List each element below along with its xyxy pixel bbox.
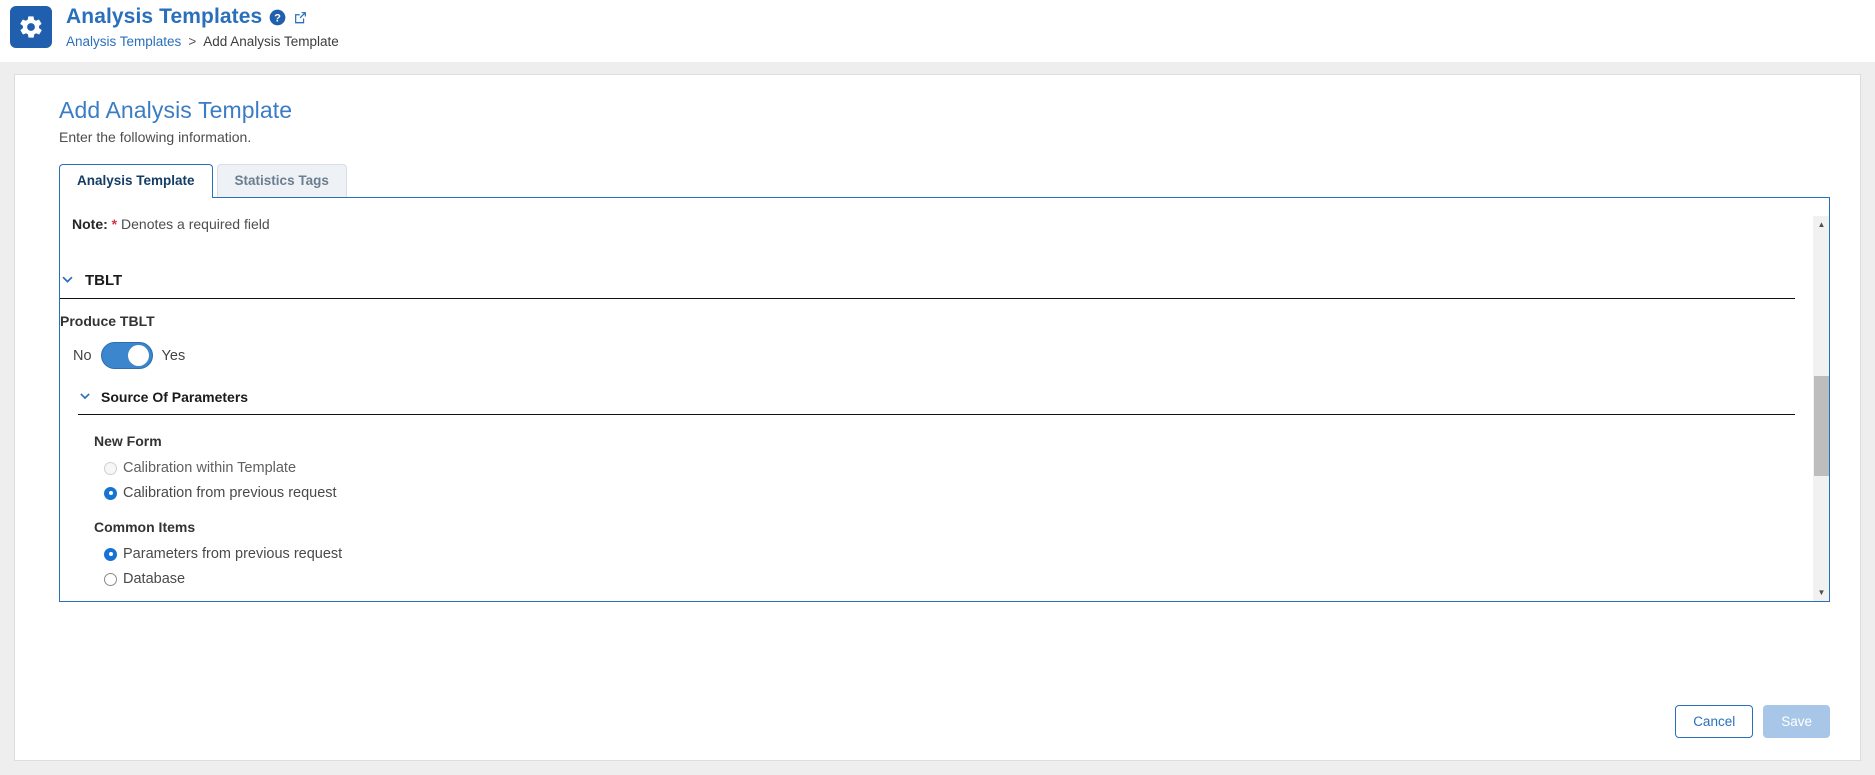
subsection-title: Source Of Parameters [101, 389, 249, 405]
radio-calibration-from-previous-request[interactable] [104, 486, 117, 500]
produce-tblt-toggle[interactable] [100, 342, 153, 369]
required-field-note: Note: * Denotes a required field [72, 216, 1795, 232]
external-link-icon[interactable] [293, 10, 308, 25]
breadcrumb-separator: > [188, 34, 197, 49]
toggle-label-no: No [73, 347, 92, 364]
scrollbar-thumb[interactable] [1814, 376, 1829, 476]
section-header-tblt[interactable]: TBLT [60, 272, 1795, 289]
radio-row-parameters-from-previous-request[interactable]: Parameters from previous request [104, 546, 1795, 562]
page-body: Add Analysis Template Enter the followin… [0, 62, 1875, 775]
toggle-knob [127, 345, 149, 366]
chevron-down-icon[interactable] [60, 273, 75, 288]
help-circle-icon[interactable]: ? [269, 9, 286, 26]
radio-parameters-from-previous-request[interactable] [104, 547, 117, 561]
page-subtitle: Enter the following information. [59, 129, 252, 145]
save-button[interactable]: Save [1763, 705, 1830, 738]
svg-text:?: ? [274, 12, 281, 24]
radio-label-calibration-within-template: Calibration within Template [123, 460, 297, 476]
footer-actions: Cancel Save [1675, 705, 1830, 738]
required-asterisk: * [111, 216, 118, 232]
tab-bar: Analysis Template Statistics Tags [59, 164, 1830, 198]
radio-label-calibration-from-previous-request: Calibration from previous request [123, 485, 337, 501]
breadcrumb-link-root[interactable]: Analysis Templates [66, 34, 181, 49]
tab-statistics-tags[interactable]: Statistics Tags [216, 164, 347, 197]
radio-label-database: Database [123, 571, 186, 587]
note-prefix: Note: [72, 216, 108, 232]
section-title-tblt: TBLT [85, 272, 123, 289]
page-title: Add Analysis Template [59, 97, 293, 123]
subsection-header-source-of-parameters[interactable]: Source Of Parameters [78, 389, 1795, 405]
radio-label-parameters-from-previous-request: Parameters from previous request [123, 546, 343, 562]
group-label-new-form: New Form [94, 433, 162, 449]
radio-row-calibration-within-template[interactable]: Calibration within Template [104, 460, 1795, 476]
radio-row-database[interactable]: Database [104, 571, 1795, 587]
app-header: Analysis Templates ? Analysis Templates … [0, 0, 1875, 62]
tab-analysis-template[interactable]: Analysis Template [59, 164, 213, 198]
scroll-down-arrow-icon: ▼ [1817, 587, 1826, 597]
content-card: Add Analysis Template Enter the followin… [14, 74, 1861, 761]
form-vertical-scrollbar[interactable]: ▲ ▼ [1812, 216, 1829, 601]
note-text: Denotes a required field [121, 216, 270, 232]
header-text-block: Analysis Templates ? Analysis Templates … [66, 2, 339, 49]
scrollbar-up-button[interactable]: ▲ [1813, 216, 1830, 233]
chevron-down-icon[interactable] [78, 390, 92, 404]
scroll-up-arrow-icon: ▲ [1817, 219, 1826, 229]
tab-panel-analysis-template: Note: * Denotes a required field TBLT Pr… [59, 197, 1830, 602]
breadcrumb-current: Add Analysis Template [203, 34, 339, 49]
cancel-button[interactable]: Cancel [1675, 705, 1754, 738]
scrollbar-down-button[interactable]: ▼ [1813, 584, 1830, 601]
form-scroll-region: TBLT Produce TBLT No Yes Source Of Param… [60, 258, 1795, 601]
produce-tblt-toggle-row: No Yes [73, 342, 1795, 369]
group-label-common-items: Common Items [94, 519, 196, 535]
subsection-divider [78, 414, 1795, 415]
radio-row-calibration-from-previous-request[interactable]: Calibration from previous request [104, 485, 1795, 501]
radio-database[interactable] [104, 572, 117, 586]
label-produce-tblt: Produce TBLT [60, 313, 155, 329]
subsection-source-of-parameters: Source Of Parameters New Form Calibratio… [78, 389, 1795, 587]
gear-icon[interactable] [10, 6, 52, 48]
toggle-label-yes: Yes [161, 347, 186, 364]
section-divider-tblt [60, 298, 1795, 299]
breadcrumb: Analysis Templates > Add Analysis Templa… [66, 34, 339, 49]
radio-calibration-within-template[interactable] [104, 461, 117, 475]
app-title: Analysis Templates [66, 5, 263, 28]
